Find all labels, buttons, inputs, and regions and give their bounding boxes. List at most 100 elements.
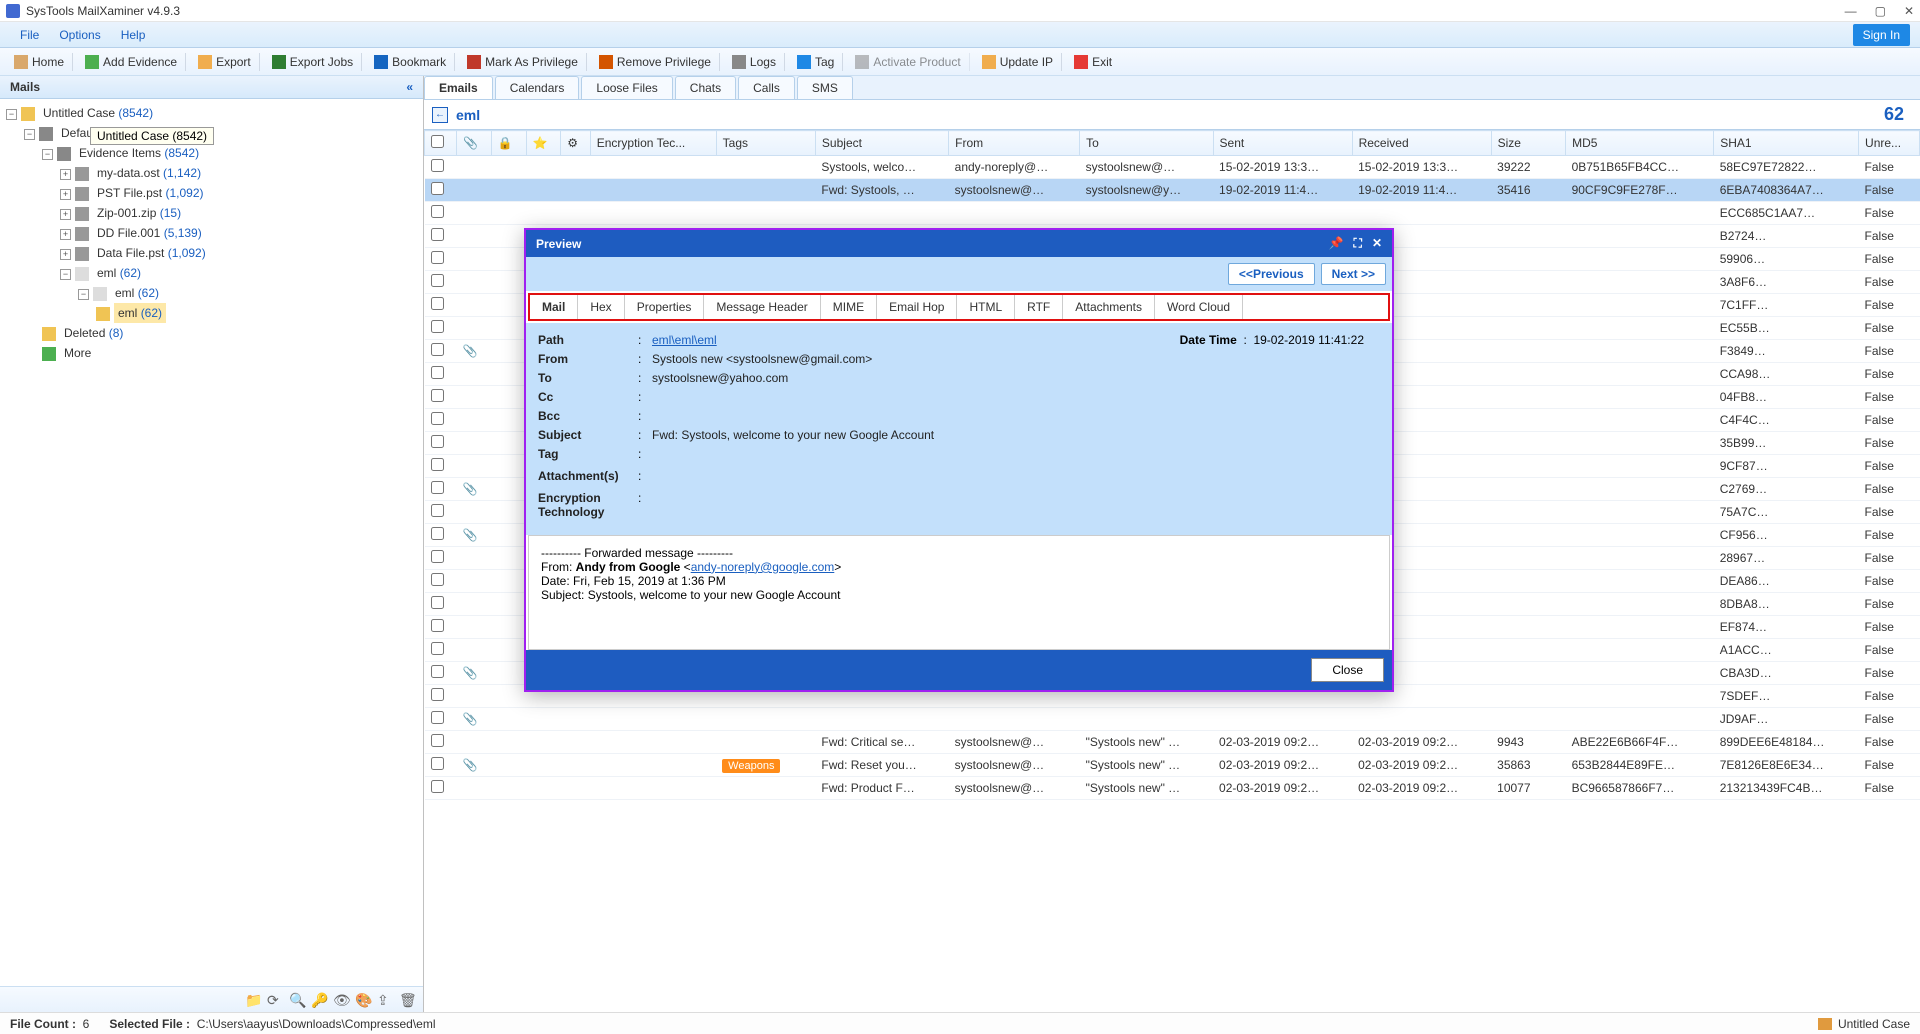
bookmark-button[interactable]: Bookmark [366, 53, 455, 71]
col-from[interactable]: From [949, 131, 1080, 156]
row-checkbox[interactable] [431, 504, 444, 517]
row-checkbox[interactable] [431, 435, 444, 448]
expand-icon[interactable]: ⛶ [1354, 236, 1362, 251]
tree-more[interactable]: More [64, 346, 91, 360]
ptab-hex[interactable]: Hex [578, 295, 624, 319]
select-all-checkbox[interactable] [431, 135, 444, 148]
col-size[interactable]: Size [1491, 131, 1565, 156]
tag-button[interactable]: Tag [789, 53, 843, 71]
export-tree-icon[interactable]: ⇪ [377, 992, 393, 1008]
table-row[interactable]: Fwd: Critical se… systoolsnew@… "Systool… [425, 731, 1920, 754]
col-received[interactable]: Received [1352, 131, 1491, 156]
row-checkbox[interactable] [431, 481, 444, 494]
row-checkbox[interactable] [431, 343, 444, 356]
row-checkbox[interactable] [431, 596, 444, 609]
table-row[interactable]: ECC685C1AA7… False [425, 202, 1920, 225]
col-sent[interactable]: Sent [1213, 131, 1352, 156]
row-checkbox[interactable] [431, 619, 444, 632]
ptab-mime[interactable]: MIME [821, 295, 877, 319]
minimize-button[interactable]: — [1845, 4, 1857, 18]
row-checkbox[interactable] [431, 642, 444, 655]
tree-root[interactable]: Untitled Case [43, 106, 115, 120]
close-window-button[interactable]: ✕ [1904, 4, 1914, 18]
path-link[interactable]: eml\eml\eml [652, 333, 717, 347]
row-checkbox[interactable] [431, 366, 444, 379]
star-col-icon[interactable]: ⭐ [526, 131, 561, 156]
tree-toggle[interactable]: + [60, 189, 71, 200]
refresh-icon[interactable]: ⟳ [267, 992, 283, 1008]
ptab-word-cloud[interactable]: Word Cloud [1155, 295, 1243, 319]
table-row[interactable]: 📎 Weapons Fwd: Reset you… systoolsnew@… … [425, 754, 1920, 777]
row-checkbox[interactable] [431, 665, 444, 678]
lock-col-icon[interactable]: 🔒 [491, 131, 526, 156]
tree-item[interactable]: eml [97, 266, 116, 280]
menu-help[interactable]: Help [111, 24, 156, 46]
row-checkbox[interactable] [431, 297, 444, 310]
case-tree[interactable]: Untitled Case (8542) −Untitled Case (854… [0, 99, 423, 986]
row-checkbox[interactable] [431, 458, 444, 471]
tab-loose-files[interactable]: Loose Files [581, 76, 672, 99]
back-icon[interactable]: ← [432, 107, 448, 123]
tree-item[interactable]: Data File.pst [97, 246, 164, 260]
tree-item[interactable]: DD File.001 [97, 226, 160, 240]
col-tags[interactable]: Tags [716, 131, 815, 156]
ptab-attachments[interactable]: Attachments [1063, 295, 1155, 319]
tree-toggle[interactable]: + [60, 229, 71, 240]
folder-icon[interactable]: 📁 [245, 992, 261, 1008]
next-button[interactable]: Next >> [1321, 263, 1386, 285]
tree-deleted[interactable]: Deleted [64, 326, 105, 340]
previous-button[interactable]: <<Previous [1228, 263, 1315, 285]
tree-item[interactable]: eml [115, 286, 134, 300]
export-jobs-button[interactable]: Export Jobs [264, 53, 362, 71]
row-checkbox[interactable] [431, 251, 444, 264]
ptab-rtf[interactable]: RTF [1015, 295, 1063, 319]
signin-button[interactable]: Sign In [1853, 24, 1910, 46]
row-checkbox[interactable] [431, 389, 444, 402]
tab-calendars[interactable]: Calendars [495, 76, 580, 99]
add-evidence-button[interactable]: Add Evidence [77, 53, 186, 71]
exit-button[interactable]: Exit [1066, 53, 1120, 71]
export-button[interactable]: Export [190, 53, 260, 71]
row-checkbox[interactable] [431, 757, 444, 770]
row-checkbox[interactable] [431, 734, 444, 747]
table-row[interactable]: Systools, welco… andy-noreply@… systools… [425, 156, 1920, 179]
ptab-properties[interactable]: Properties [625, 295, 705, 319]
tab-chats[interactable]: Chats [675, 76, 736, 99]
key-icon[interactable]: 🔑 [311, 992, 327, 1008]
col-unread[interactable]: Unre... [1859, 131, 1920, 156]
menu-options[interactable]: Options [49, 24, 110, 46]
table-row[interactable]: Fwd: Product F… systoolsnew@… "Systools … [425, 777, 1920, 800]
tab-calls[interactable]: Calls [738, 76, 795, 99]
close-button[interactable]: Close [1311, 658, 1384, 682]
update-ip-button[interactable]: Update IP [974, 53, 1062, 71]
ptab-email-hop[interactable]: Email Hop [877, 295, 957, 319]
row-checkbox[interactable] [431, 228, 444, 241]
row-checkbox[interactable] [431, 320, 444, 333]
ptab-mail[interactable]: Mail [530, 295, 578, 319]
preview-body[interactable]: ---------- Forwarded message --------- F… [528, 535, 1390, 650]
tab-sms[interactable]: SMS [797, 76, 853, 99]
table-row[interactable]: 📎 JD9AF… False [425, 708, 1920, 731]
tree-toggle[interactable]: + [60, 169, 71, 180]
activate-button[interactable]: Activate Product [847, 53, 969, 71]
search-icon[interactable]: 🔍 [289, 992, 305, 1008]
close-preview-icon[interactable]: ✕ [1372, 236, 1382, 251]
row-checkbox[interactable] [431, 205, 444, 218]
gear-col-icon[interactable]: ⚙ [561, 131, 590, 156]
row-checkbox[interactable] [431, 688, 444, 701]
mark-privilege-button[interactable]: Mark As Privilege [459, 53, 587, 71]
ptab-html[interactable]: HTML [957, 295, 1015, 319]
tree-evidence[interactable]: Evidence Items [79, 146, 161, 160]
attachment-col-icon[interactable]: 📎 [457, 131, 492, 156]
tree-toggle[interactable]: − [60, 269, 71, 280]
table-row[interactable]: Fwd: Systools, … systoolsnew@… systoolsn… [425, 179, 1920, 202]
row-checkbox[interactable] [431, 274, 444, 287]
palette-icon[interactable]: 🎨 [355, 992, 371, 1008]
home-button[interactable]: Home [6, 53, 73, 71]
tree-item-selected[interactable]: eml [118, 306, 137, 320]
collapse-panel-button[interactable]: « [406, 80, 413, 94]
col-to[interactable]: To [1080, 131, 1213, 156]
remove-privilege-button[interactable]: Remove Privilege [591, 53, 720, 71]
row-checkbox[interactable] [431, 412, 444, 425]
col-subject[interactable]: Subject [815, 131, 948, 156]
